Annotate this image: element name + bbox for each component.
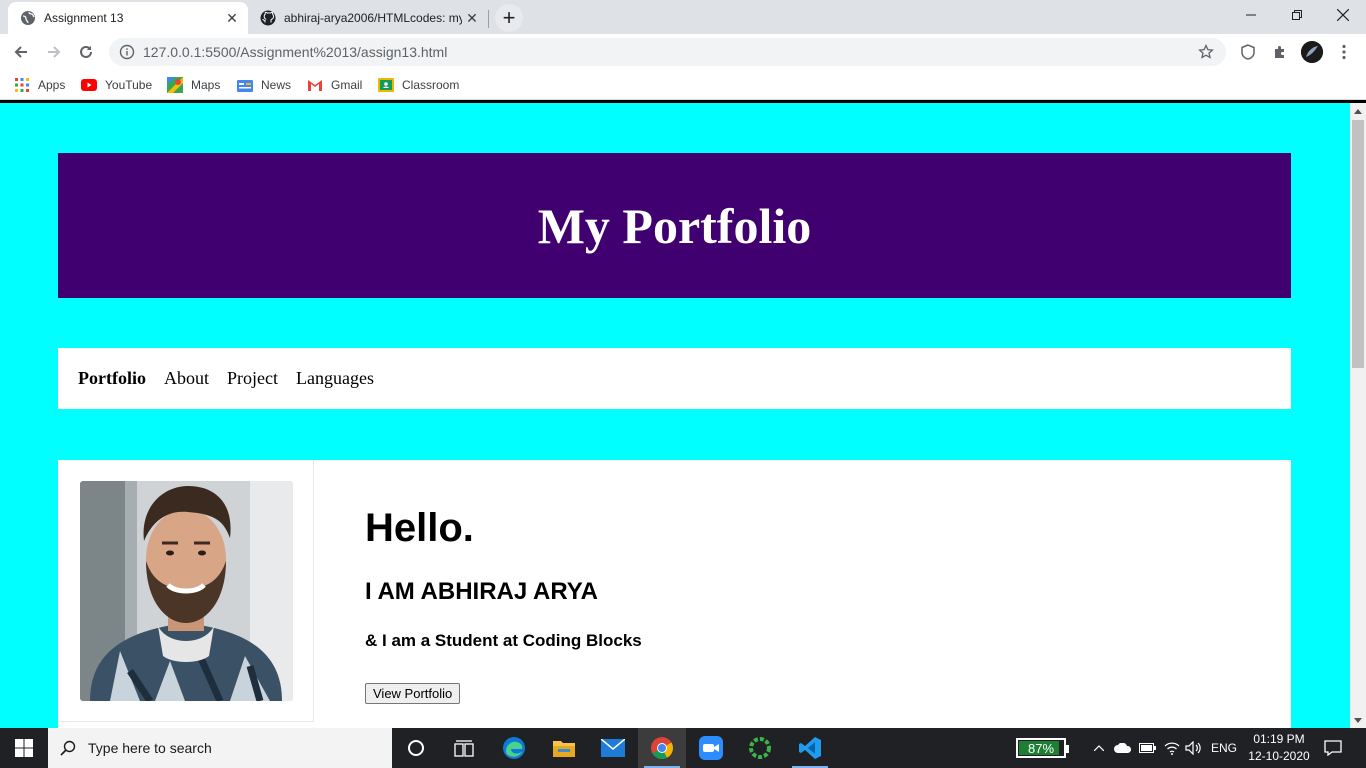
wifi-icon[interactable] — [1161, 728, 1183, 768]
page-header: My Portfolio — [58, 153, 1291, 298]
battery-tray-icon[interactable] — [1137, 728, 1159, 768]
scroll-up-arrow-icon[interactable] — [1350, 103, 1366, 119]
scroll-down-arrow-icon[interactable] — [1350, 712, 1366, 728]
bookmark-label: Apps — [38, 78, 66, 92]
page-scrollbar[interactable] — [1350, 103, 1366, 728]
back-button[interactable] — [7, 38, 35, 66]
nav-link-about[interactable]: About — [164, 368, 209, 389]
chrome-icon[interactable] — [638, 728, 686, 768]
profile-photo — [80, 481, 293, 701]
bookmarks-bar: Apps YouTube Maps News Gmail Classroom — [0, 70, 1366, 100]
language-indicator[interactable]: ENG — [1208, 728, 1240, 768]
github-icon — [260, 10, 276, 26]
extension-icon[interactable] — [1238, 42, 1258, 62]
apps-grid-icon — [14, 77, 30, 93]
photo-column — [58, 460, 314, 722]
bookmark-apps[interactable]: Apps — [14, 76, 65, 94]
notification-icon[interactable] — [1316, 728, 1350, 768]
intro-card: Hello. I AM ABHIRAJ ARYA & I am a Studen… — [58, 460, 1291, 728]
volume-icon[interactable] — [1183, 728, 1205, 768]
bookmark-star-icon[interactable] — [1194, 40, 1218, 64]
vscode-icon[interactable] — [786, 728, 834, 768]
tab-strip: Assignment 13 ✕ abhiraj-arya2006/HTMLcod… — [0, 0, 1366, 34]
scroll-thumb[interactable] — [1352, 120, 1364, 368]
cortana-button[interactable] — [392, 728, 440, 768]
nav-link-languages[interactable]: Languages — [296, 368, 374, 389]
browser-toolbar: 127.0.0.1:5500/Assignment%2013/assign13.… — [0, 34, 1366, 70]
bookmark-label: News — [261, 78, 292, 92]
url-text: 127.0.0.1:5500/Assignment%2013/assign13.… — [143, 44, 448, 60]
profile-avatar[interactable] — [1301, 41, 1323, 63]
name-heading: I AM ABHIRAJ ARYA — [365, 578, 598, 605]
classroom-icon — [378, 77, 394, 93]
battery-indicator[interactable]: 87% — [1016, 738, 1069, 758]
forward-button[interactable] — [40, 38, 68, 66]
view-portfolio-button[interactable]: View Portfolio — [365, 683, 461, 704]
clock-time: 01:19 PM — [1253, 732, 1305, 746]
address-bar[interactable]: 127.0.0.1:5500/Assignment%2013/assign13.… — [109, 38, 1226, 66]
restore-button[interactable] — [1274, 0, 1320, 30]
info-icon[interactable] — [119, 44, 135, 60]
bookmark-label: YouTube — [105, 78, 153, 92]
clock[interactable]: 01:19 PM 12-10-2020 — [1244, 731, 1314, 765]
close-tab-icon[interactable]: ✕ — [222, 8, 242, 28]
file-explorer-icon[interactable] — [540, 728, 588, 768]
bookmark-gmail[interactable]: Gmail — [307, 76, 362, 94]
windows-taskbar: Type here to search 87% ENG 01:19 PM 12-… — [0, 728, 1366, 768]
hello-heading: Hello. — [365, 506, 474, 550]
search-icon — [48, 728, 88, 768]
chevron-up-icon[interactable] — [1090, 728, 1108, 768]
bookmark-news[interactable]: News — [237, 76, 291, 94]
close-tab-icon[interactable]: ✕ — [462, 8, 482, 28]
close-window-button[interactable] — [1320, 0, 1366, 30]
battery-nub — [1066, 745, 1069, 753]
new-tab-button[interactable]: + — [495, 4, 523, 32]
nav-link-portfolio[interactable]: Portfolio — [78, 368, 146, 389]
edge-icon[interactable] — [490, 728, 538, 768]
puzzle-icon[interactable] — [1270, 42, 1290, 62]
news-icon — [237, 77, 253, 93]
gmail-icon — [307, 77, 323, 93]
tab-assignment-13[interactable]: Assignment 13 ✕ — [8, 2, 248, 34]
page-viewport: My Portfolio Portfolio About Project Lan… — [0, 103, 1350, 728]
zoom-icon[interactable] — [687, 728, 735, 768]
bookmark-label: Gmail — [331, 78, 363, 92]
tab-separator — [488, 10, 489, 28]
bookmark-youtube[interactable]: YouTube — [81, 76, 152, 94]
battery-percent: 87% — [1027, 740, 1055, 756]
taskbar-search-box[interactable]: Type here to search — [48, 728, 392, 768]
bookmark-label: Classroom — [402, 78, 460, 92]
search-placeholder: Type here to search — [88, 740, 212, 756]
tab-github[interactable]: abhiraj-arya2006/HTMLcodes: my ✕ — [248, 2, 488, 34]
tab-title: abhiraj-arya2006/HTMLcodes: my — [284, 11, 462, 25]
reload-button[interactable] — [72, 38, 100, 66]
tab-title: Assignment 13 — [44, 11, 124, 25]
onedrive-cloud-icon[interactable] — [1112, 728, 1134, 768]
maps-icon — [167, 77, 183, 93]
nav-bar: Portfolio About Project Languages — [58, 348, 1291, 409]
green-ring-app-icon[interactable] — [736, 728, 784, 768]
minimize-button[interactable] — [1228, 0, 1274, 30]
mail-icon[interactable] — [589, 728, 637, 768]
clock-date: 12-10-2020 — [1248, 749, 1310, 763]
page-title: My Portfolio — [537, 197, 812, 254]
bookmark-label: Maps — [191, 78, 221, 92]
start-button[interactable] — [0, 728, 48, 768]
menu-dots-icon[interactable] — [1334, 42, 1354, 62]
globe-icon — [20, 10, 36, 26]
bookmark-maps[interactable]: Maps — [167, 76, 220, 94]
youtube-icon — [81, 77, 97, 93]
nav-link-project[interactable]: Project — [227, 368, 278, 389]
task-view-button[interactable] — [440, 728, 488, 768]
tagline: & I am a Student at Coding Blocks — [365, 631, 642, 650]
bookmark-classroom[interactable]: Classroom — [378, 76, 459, 94]
